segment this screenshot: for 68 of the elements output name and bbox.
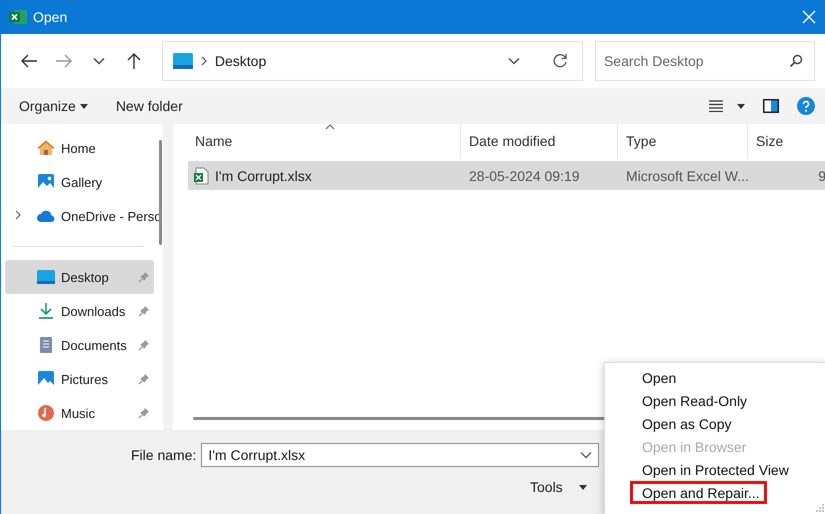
search-field[interactable]: Search Desktop bbox=[594, 41, 815, 81]
menu-item[interactable]: Open as Copy bbox=[605, 412, 825, 435]
caret-icon bbox=[80, 104, 88, 108]
sidebar-item[interactable]: Music bbox=[5, 396, 154, 430]
sidebar-label: Music bbox=[61, 406, 96, 420]
music-icon bbox=[37, 404, 55, 422]
sidebar-item[interactable]: Gallery bbox=[5, 165, 154, 199]
sidebar-item[interactable]: Desktop bbox=[5, 260, 154, 294]
chevron-right-icon[interactable] bbox=[15, 210, 21, 220]
pictures-icon bbox=[37, 370, 55, 388]
caret-icon bbox=[737, 104, 745, 108]
column-header[interactable]: Size bbox=[748, 124, 825, 158]
caret-icon bbox=[578, 484, 587, 490]
file-type: Microsoft Excel W... bbox=[625, 166, 748, 186]
close-button[interactable] bbox=[801, 9, 817, 25]
file-name-field[interactable]: I'm Corrupt.xlsx bbox=[201, 443, 600, 467]
sidebar-item[interactable]: Documents bbox=[5, 328, 154, 362]
resize-grip-icon bbox=[815, 503, 825, 513]
menu-item[interactable]: Open Read-Only bbox=[605, 389, 825, 412]
preview-pane-icon[interactable] bbox=[763, 99, 779, 113]
right-arrow-icon bbox=[54, 53, 73, 69]
spreadsheet-icon bbox=[9, 9, 27, 25]
download-icon bbox=[37, 302, 55, 320]
address-bar[interactable]: Desktop bbox=[162, 41, 583, 81]
chevron-down-icon[interactable] bbox=[508, 57, 520, 65]
sidebar-label: Downloads bbox=[61, 304, 126, 318]
sidebar-label: Desktop bbox=[61, 270, 110, 284]
path-text: Desktop bbox=[214, 53, 268, 69]
new-folder-button[interactable]: New folder bbox=[116, 98, 183, 114]
file-name: I'm Corrupt.xlsx bbox=[215, 168, 312, 184]
menu-item[interactable]: Open and Repair... bbox=[630, 481, 767, 504]
column-header[interactable]: Date modified bbox=[461, 124, 618, 158]
desktop-icon bbox=[37, 268, 55, 286]
chevron-down-icon bbox=[580, 451, 592, 459]
menu-item[interactable]: Open in Protected View bbox=[605, 458, 825, 481]
chevron-down-icon bbox=[93, 57, 106, 65]
spreadsheet-file-icon bbox=[193, 166, 209, 184]
gallery-icon bbox=[37, 173, 55, 191]
menu-item[interactable]: Open bbox=[605, 366, 825, 389]
tools-button[interactable]: Tools bbox=[530, 479, 590, 495]
help-icon[interactable] bbox=[797, 97, 815, 115]
window-title: Open bbox=[33, 9, 68, 25]
file-row[interactable]: I'm Corrupt.xlsx 28-05-2024 09:19 Microsoft Excel W... 9 bbox=[188, 161, 825, 190]
date-modified: 28-05-2024 09:19 bbox=[468, 166, 581, 186]
left-arrow-icon bbox=[20, 53, 38, 69]
organize-button[interactable]: Organize bbox=[19, 98, 88, 114]
column-header[interactable]: Name bbox=[173, 124, 461, 158]
sidebar-label: Gallery bbox=[61, 174, 104, 190]
document-icon bbox=[37, 336, 55, 354]
search-icon bbox=[788, 54, 803, 68]
sidebar-item[interactable]: Home bbox=[5, 131, 154, 165]
sidebar-label: Documents bbox=[61, 338, 128, 352]
sidebar-label: Home bbox=[61, 140, 97, 156]
view-button[interactable] bbox=[709, 100, 745, 112]
list-view-icon bbox=[709, 100, 723, 112]
home-icon bbox=[37, 139, 55, 157]
up-arrow-icon bbox=[126, 52, 142, 70]
scrollbar-thumb[interactable] bbox=[159, 140, 162, 245]
chevron-right-icon bbox=[200, 56, 207, 66]
close-icon bbox=[801, 9, 817, 25]
desktop-icon bbox=[172, 53, 193, 69]
sidebar-label: Pictures bbox=[61, 372, 109, 386]
column-header[interactable]: Type bbox=[618, 124, 748, 158]
refresh-icon[interactable] bbox=[552, 53, 568, 69]
file-size: 9 bbox=[818, 168, 825, 184]
sidebar-item[interactable]: Pictures bbox=[5, 362, 154, 396]
sidebar-item[interactable]: Downloads bbox=[5, 294, 154, 328]
field-label: File name: bbox=[131, 447, 196, 463]
